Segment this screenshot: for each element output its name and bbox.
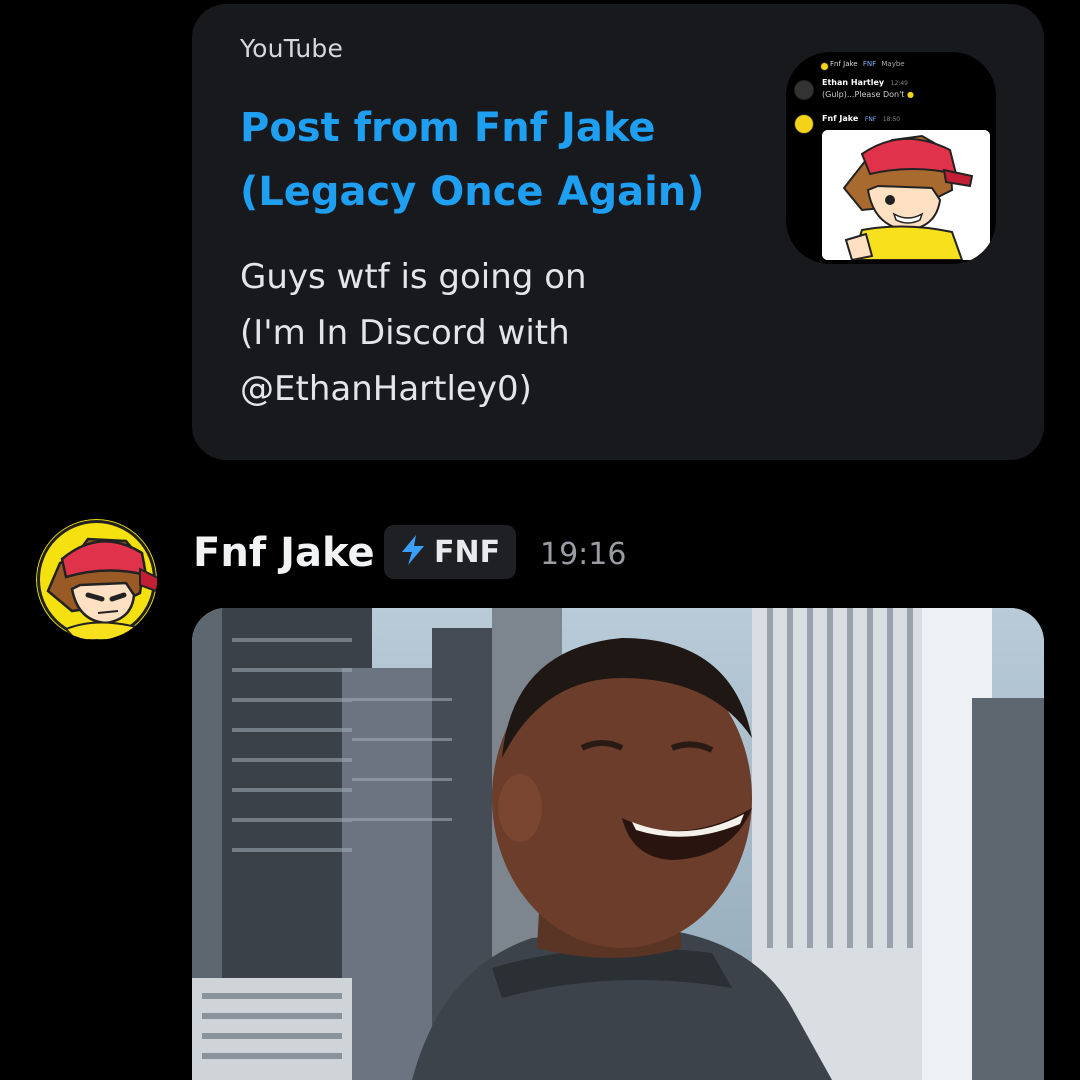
thumb-row-1: Fnf Jake FNF Maybe: [830, 60, 905, 68]
mini-avatar: [794, 114, 814, 134]
thumb-name: Fnf Jake: [830, 60, 858, 68]
embed-description: Guys wtf is going on (I'm In Discord wit…: [240, 249, 760, 417]
server-tag-label: FNF: [434, 534, 501, 570]
mini-avatar: [794, 80, 814, 100]
thumb-time: 18:50: [882, 116, 901, 123]
thumb-tag: FNF: [862, 60, 877, 68]
avatar-image: [36, 519, 157, 640]
embed-description-line: (I'm In Discord with: [240, 313, 570, 353]
lightning-bolt-icon: [396, 533, 430, 571]
character-illustration: [822, 130, 990, 260]
mini-avatar: [820, 62, 829, 71]
user-avatar[interactable]: [36, 519, 157, 640]
embed-title-line: (Legacy Once Again): [240, 169, 705, 215]
gif-image: [192, 608, 1044, 1080]
message-timestamp: 19:16: [540, 537, 627, 572]
youtube-embed: YouTube Post from Fnf Jake (Legacy Once …: [192, 4, 1044, 460]
embed-thumbnail[interactable]: Fnf Jake FNF Maybe Ethan Hartley 12:49 (…: [786, 52, 996, 264]
thumb-row-3: Fnf Jake FNF 18:50: [822, 114, 900, 123]
thumb-row-2-text: (Gulp)...Please Don't ●: [822, 90, 914, 99]
thumb-time: 12:49: [890, 80, 908, 87]
grimace-emoji-icon: ●: [906, 90, 914, 99]
thumb-text: Maybe: [881, 60, 905, 68]
thumb-name: Fnf Jake: [822, 114, 859, 123]
thumb-character-image: [822, 130, 990, 260]
embed-title-line: Post from Fnf Jake: [240, 105, 656, 151]
message-username[interactable]: Fnf Jake: [193, 527, 375, 579]
gif-attachment[interactable]: [192, 608, 1044, 1080]
embed-description-line: Guys wtf is going on: [240, 257, 587, 297]
embed-title-link[interactable]: Post from Fnf Jake (Legacy Once Again): [240, 96, 720, 224]
embed-description-line: @EthanHartley0): [240, 369, 532, 409]
server-tag-badge[interactable]: FNF: [384, 525, 516, 579]
thumb-tag: FNF: [864, 116, 877, 123]
thumb-row-2: Ethan Hartley 12:49: [822, 78, 908, 87]
embed-provider[interactable]: YouTube: [240, 34, 343, 63]
thumb-text: (Gulp)...Please Don't: [822, 90, 905, 99]
thumb-name: Ethan Hartley: [822, 78, 885, 87]
